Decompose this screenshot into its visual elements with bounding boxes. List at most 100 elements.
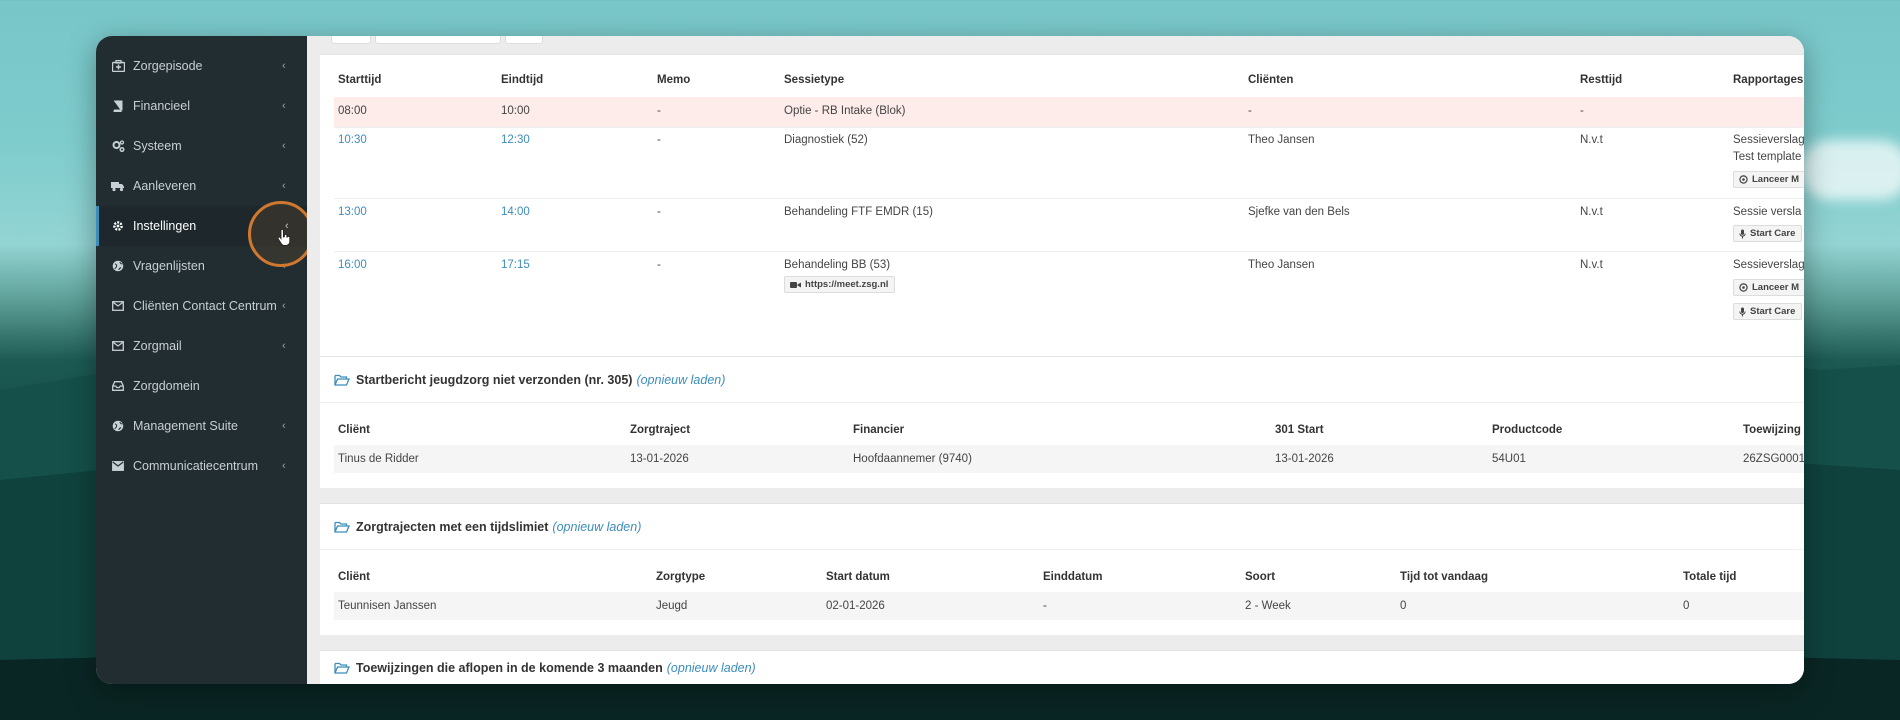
cell-financier: Hoofdaannemer (9740) xyxy=(853,453,972,465)
sidebar-item-communicatiecentrum[interactable]: Communicatiecentrum ‹ xyxy=(96,446,307,486)
app-window: Zorgepisode ‹ Financieel ‹ Systeem ‹ Aan… xyxy=(96,36,1804,684)
reload-link[interactable]: (opnieuw laden) xyxy=(636,373,725,387)
session-end-link[interactable]: 12:30 xyxy=(501,134,530,146)
chevron-left-icon: ‹ xyxy=(282,100,286,112)
envelope-icon xyxy=(111,339,125,353)
top-control-stub xyxy=(375,36,501,44)
chevron-left-icon: ‹ xyxy=(282,180,286,192)
sessions-panel: Starttijd Eindtijd Memo Sessietype Cliën… xyxy=(320,54,1804,378)
session-rest: N.v.t xyxy=(1580,206,1603,218)
report-link[interactable]: Sessie versla xyxy=(1733,206,1801,218)
session-start-link[interactable]: 13:00 xyxy=(338,206,367,218)
session-rest: - xyxy=(1580,105,1584,117)
circle-icon xyxy=(1739,175,1748,184)
book-icon xyxy=(111,99,125,113)
envelope-icon xyxy=(111,299,125,313)
cell-301-start: 13-01-2026 xyxy=(1275,453,1334,465)
microphone-icon xyxy=(1739,229,1746,238)
col-header-rapportages: Rapportages xyxy=(1733,74,1804,86)
sidebar-item-clienten-contact-centrum[interactable]: Cliënten Contact Centrum ‹ xyxy=(96,286,307,326)
panel-title: Startbericht jeugdzorg niet verzonden (n… xyxy=(356,372,633,387)
session-memo: - xyxy=(657,134,661,146)
col-header-productcode: Productcode xyxy=(1492,424,1563,436)
report-link[interactable]: Test template xyxy=(1733,151,1801,163)
cell-tijd-tot-vandaag: 0 xyxy=(1400,600,1407,612)
panel-header: Toewijzingen die aflopen in de komende 3… xyxy=(320,651,1804,684)
sidebar-item-aanleveren[interactable]: Aanleveren ‹ xyxy=(96,166,307,206)
session-type: Behandeling BB (53) xyxy=(784,259,891,271)
col-header-clienten: Cliënten xyxy=(1248,74,1294,86)
sidebar-item-label: Instellingen xyxy=(133,219,197,233)
panel-title: Toewijzingen die aflopen in de komende 3… xyxy=(356,661,663,675)
session-rest: N.v.t xyxy=(1580,259,1603,271)
truck-icon xyxy=(111,179,125,193)
sidebar-item-label: Financieel xyxy=(133,99,190,113)
tijdslimiet-panel: Zorgtrajecten met een tijdslimiet (opnie… xyxy=(320,503,1804,635)
sidebar-item-systeem[interactable]: Systeem ‹ xyxy=(96,126,307,166)
table-row[interactable] xyxy=(334,592,1804,620)
reload-link[interactable]: (opnieuw laden) xyxy=(552,520,641,534)
button-label: Lanceer M xyxy=(1752,174,1799,185)
main-content: Starttijd Eindtijd Memo Sessietype Cliën… xyxy=(307,36,1804,684)
sidebar-item-label: Zorgepisode xyxy=(133,59,203,73)
inbox-icon xyxy=(111,379,125,393)
sidebar-item-financieel[interactable]: Financieel ‹ xyxy=(96,86,307,126)
cell-zorgtraject: 13-01-2026 xyxy=(630,453,689,465)
sidebar-item-label: Systeem xyxy=(133,139,182,153)
globe-icon xyxy=(111,259,125,273)
session-start-link[interactable]: 10:30 xyxy=(338,134,367,146)
button-label: Start Care xyxy=(1750,306,1796,317)
session-end-link[interactable]: 14:00 xyxy=(501,206,530,218)
button-label: Start Care xyxy=(1750,228,1796,239)
launch-meeting-button[interactable]: Lanceer M xyxy=(1733,279,1804,296)
hand-pointer-icon xyxy=(277,228,291,251)
top-control-stub xyxy=(505,36,543,44)
session-type: Diagnostiek (52) xyxy=(784,134,868,146)
col-header-tijd-tot-vandaag: Tijd tot vandaag xyxy=(1400,571,1488,583)
report-link[interactable]: Sessieverslag xyxy=(1733,134,1804,146)
cell-toewijzing: 26ZSG0001 xyxy=(1743,453,1804,465)
col-header-resttijd: Resttijd xyxy=(1580,74,1623,86)
session-start: 08:00 xyxy=(338,105,367,117)
folder-open-icon xyxy=(334,662,350,674)
col-header-eindtijd: Eindtijd xyxy=(501,74,544,86)
reload-link[interactable]: (opnieuw laden) xyxy=(667,661,756,675)
col-header-zorgtraject: Zorgtraject xyxy=(630,424,691,436)
chevron-left-icon: ‹ xyxy=(282,460,286,472)
cell-totale-tijd: 0 xyxy=(1683,600,1690,612)
col-header-financier: Financier xyxy=(853,424,905,436)
table-row[interactable] xyxy=(334,445,1804,473)
sidebar-item-label: Aanleveren xyxy=(133,179,197,193)
sidebar-item-zorgdomein[interactable]: Zorgdomein xyxy=(96,366,307,406)
cell-client: Teunnisen Janssen xyxy=(338,600,437,612)
panel-header: Zorgtrajecten met een tijdslimiet (opnie… xyxy=(320,504,1804,550)
meet-link-button[interactable]: https://meet.zsg.nl xyxy=(784,276,896,293)
report-link[interactable]: Sessieverslag xyxy=(1733,259,1804,271)
folder-open-icon xyxy=(334,521,350,533)
session-client: Sjefke van den Bels xyxy=(1248,206,1350,218)
start-care-button[interactable]: Start Care xyxy=(1733,225,1803,242)
sidebar-item-label: Communicatiecentrum xyxy=(133,459,259,473)
sidebar-item-label: Zorgdomein xyxy=(133,379,200,393)
sidebar-item-zorgmail[interactable]: Zorgmail ‹ xyxy=(96,326,307,366)
session-memo: - xyxy=(657,259,661,271)
session-type: Optie - RB Intake (Blok) xyxy=(784,105,906,117)
row-divider xyxy=(334,127,1804,128)
sidebar-item-zorgepisode[interactable]: Zorgepisode ‹ xyxy=(96,46,307,86)
col-header-sessietype: Sessietype xyxy=(784,74,845,86)
start-care-button[interactable]: Start Care xyxy=(1733,303,1803,320)
button-label: Lanceer M xyxy=(1752,282,1799,293)
session-end-link[interactable]: 17:15 xyxy=(501,259,530,271)
sidebar-item-management-suite[interactable]: Management Suite ‹ xyxy=(96,406,307,446)
col-header-301-start: 301 Start xyxy=(1275,424,1324,436)
launch-meeting-button[interactable]: Lanceer M xyxy=(1733,171,1804,188)
cell-zorgtype: Jeugd xyxy=(656,600,688,612)
col-header-client: Cliënt xyxy=(338,571,370,583)
top-control-stub xyxy=(331,36,371,44)
session-start-link[interactable]: 16:00 xyxy=(338,259,367,271)
envelope-icon xyxy=(111,459,125,473)
folder-open-icon xyxy=(334,374,350,386)
toewijzingen-panel: Toewijzingen die aflopen in de komende 3… xyxy=(320,650,1804,684)
cell-soort: 2 - Week xyxy=(1245,600,1291,612)
circle-icon xyxy=(1739,283,1748,292)
